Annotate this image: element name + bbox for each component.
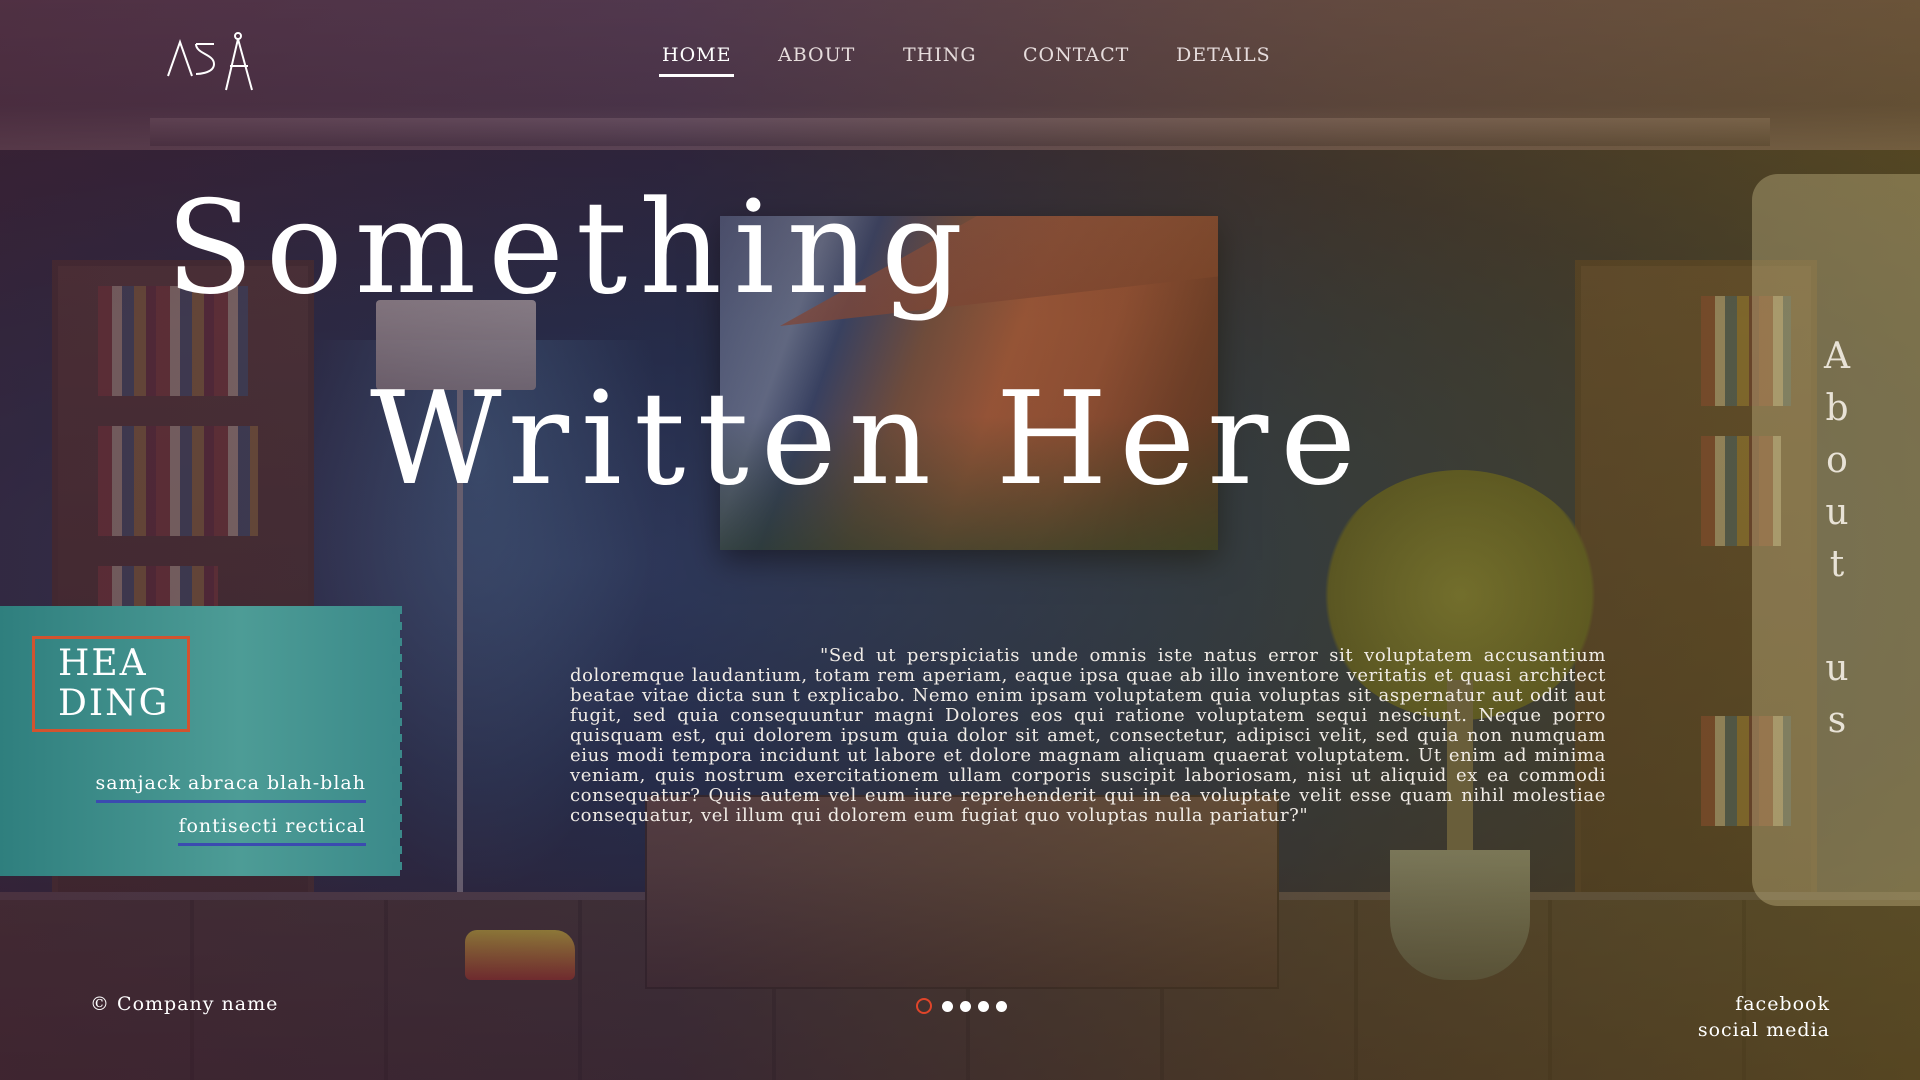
about-letter: u (1825, 492, 1849, 533)
card-link-2[interactable]: fontisecti rectical (178, 815, 366, 846)
facebook-link[interactable]: facebook (1735, 993, 1830, 1015)
card-zigzag-edge (392, 606, 402, 876)
about-letter: A (1824, 336, 1850, 377)
slider-dot[interactable] (996, 1001, 1007, 1012)
hero-title-line2: Written Here (370, 365, 1368, 514)
nav-contact[interactable]: CONTACT (1023, 44, 1129, 66)
about-us-panel[interactable] (1752, 174, 1920, 906)
company-name: Company name (117, 993, 279, 1015)
quote-paragraph: "Sed ut perspiciatis unde omnis iste nat… (570, 645, 1606, 826)
about-letter: t (1829, 544, 1845, 585)
slider-dot-active[interactable] (916, 998, 932, 1014)
slider-dot[interactable] (960, 1001, 971, 1012)
copyright: © Company name (90, 993, 278, 1015)
card-heading-line2: DING (58, 683, 170, 724)
card-link-1[interactable]: samjack abraca blah-blah (95, 772, 366, 803)
hero-title-line1: Something (166, 174, 976, 323)
card-heading: HEA DING (58, 644, 178, 724)
about-letter: o (1826, 440, 1848, 481)
nav-home[interactable]: HOME (658, 44, 735, 77)
nav-about[interactable]: ABOUT (778, 44, 855, 66)
slider-dot[interactable] (942, 1001, 953, 1012)
about-letter: u (1825, 648, 1849, 689)
about-letter: s (1827, 700, 1847, 741)
nav-thing[interactable]: THING (903, 44, 977, 66)
nav-details[interactable]: DETAILS (1176, 44, 1271, 66)
copyright-icon: © (90, 993, 110, 1015)
card-heading-line1: HEA (58, 643, 148, 684)
background-room-photo (0, 0, 1920, 1080)
slider-dot[interactable] (978, 1001, 989, 1012)
main-nav: HOME ABOUT THING CONTACT DETAILS (0, 44, 1920, 80)
about-letter: b (1825, 388, 1849, 429)
color-overlay (0, 0, 1920, 1080)
social-media-link[interactable]: social media (1698, 1019, 1830, 1041)
